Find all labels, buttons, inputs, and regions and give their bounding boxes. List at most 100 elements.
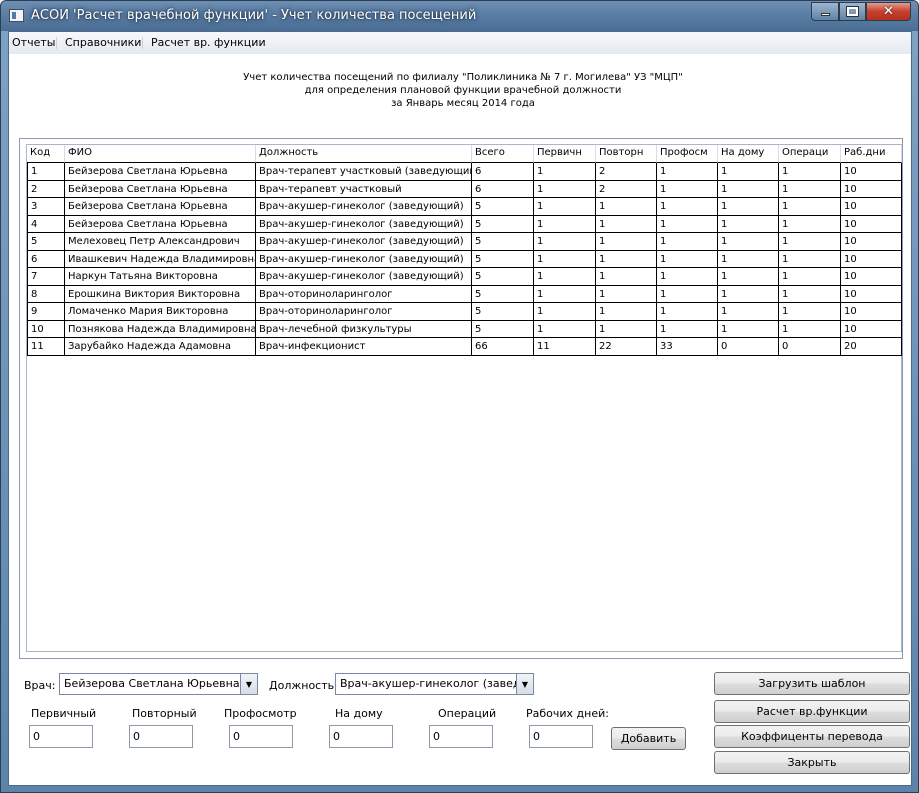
cell-home[interactable]: 1 xyxy=(718,320,779,338)
cell-repeat[interactable]: 1 xyxy=(596,303,657,321)
cell-position[interactable]: Врач-акушер-гинеколог (заведующий) xyxy=(256,215,472,233)
cell-position[interactable]: Врач-акушер-гинеколог (заведующий) xyxy=(256,233,472,251)
cell-checkup[interactable]: 1 xyxy=(657,303,718,321)
cell-repeat[interactable]: 22 xyxy=(596,338,657,356)
position-select[interactable]: Врач-акушер-гинеколог (заведующий) ▼ xyxy=(335,673,534,695)
cell-total[interactable]: 5 xyxy=(472,320,534,338)
cell-total[interactable]: 5 xyxy=(472,268,534,286)
cell-position[interactable]: Врач-оториноларинголог xyxy=(256,303,472,321)
table-row[interactable]: 7 Наркун Татьяна Викторовна Врач-акушер-ги… xyxy=(27,268,902,286)
operations-input[interactable]: 0 xyxy=(429,725,493,748)
cell-primary[interactable]: 1 xyxy=(534,198,596,216)
cell-workdays[interactable]: 10 xyxy=(841,268,902,286)
cell-checkup[interactable]: 1 xyxy=(657,268,718,286)
cell-primary[interactable]: 1 xyxy=(534,320,596,338)
cell-home[interactable]: 1 xyxy=(718,250,779,268)
calc-function-button[interactable]: Расчет вр.функции xyxy=(714,700,910,723)
cell-name[interactable]: Мелеховец Петр Александрович xyxy=(65,233,256,251)
cell-total[interactable]: 6 xyxy=(472,163,534,181)
cell-name[interactable]: Ерошкина Виктория Викторовна xyxy=(65,285,256,303)
cell-code[interactable]: 10 xyxy=(27,320,65,338)
cell-checkup[interactable]: 1 xyxy=(657,250,718,268)
cell-code[interactable]: 7 xyxy=(27,268,65,286)
primary-input[interactable]: 0 xyxy=(29,725,93,748)
cell-operations[interactable]: 1 xyxy=(779,303,841,321)
cell-primary[interactable]: 1 xyxy=(534,215,596,233)
cell-operations[interactable]: 1 xyxy=(779,250,841,268)
cell-primary[interactable]: 11 xyxy=(534,338,596,356)
home-input[interactable]: 0 xyxy=(329,725,393,748)
cell-home[interactable]: 1 xyxy=(718,180,779,198)
cell-repeat[interactable]: 1 xyxy=(596,268,657,286)
cell-primary[interactable]: 1 xyxy=(534,250,596,268)
table-row[interactable]: 3 Бейзерова Светлана Юрьевна Врач-акушер-г… xyxy=(27,198,902,216)
close-button[interactable]: Закрыть xyxy=(714,751,910,774)
maximize-button[interactable] xyxy=(839,2,866,21)
col-header-checkup[interactable]: Профосм xyxy=(657,145,718,163)
chevron-down-icon[interactable]: ▼ xyxy=(516,674,533,694)
cell-repeat[interactable]: 1 xyxy=(596,250,657,268)
col-header-operations[interactable]: Операци xyxy=(779,145,841,163)
table-row[interactable]: 10 Познякова Надежда Владимировна Врач-леч… xyxy=(27,320,902,338)
cell-workdays[interactable]: 10 xyxy=(841,198,902,216)
cell-code[interactable]: 2 xyxy=(27,180,65,198)
title-bar[interactable]: АСОИ 'Расчет врачебной функции' - Учет к… xyxy=(1,1,918,31)
cell-checkup[interactable]: 33 xyxy=(657,338,718,356)
col-header-primary[interactable]: Первичн xyxy=(534,145,596,163)
cell-code[interactable]: 9 xyxy=(27,303,65,321)
cell-name[interactable]: Бейзерова Светлана Юрьевна xyxy=(65,198,256,216)
cell-total[interactable]: 5 xyxy=(472,285,534,303)
minimize-button[interactable] xyxy=(811,2,839,21)
cell-repeat[interactable]: 1 xyxy=(596,215,657,233)
visits-grid[interactable]: Код ФИО Должность Всего Первичн Повторн … xyxy=(26,144,902,652)
cell-repeat[interactable]: 1 xyxy=(596,285,657,303)
cell-position[interactable]: Врач-акушер-гинеколог (заведующий) xyxy=(256,250,472,268)
table-row[interactable]: 1 Бейзерова Светлана Юрьевна Врач-терапевт… xyxy=(27,163,902,181)
cell-home[interactable]: 1 xyxy=(718,233,779,251)
col-header-code[interactable]: Код xyxy=(27,145,65,163)
cell-name[interactable]: Познякова Надежда Владимировна xyxy=(65,320,256,338)
cell-position[interactable]: Врач-акушер-гинеколог (заведующий) xyxy=(256,268,472,286)
cell-name[interactable]: Бейзерова Светлана Юрьевна xyxy=(65,163,256,181)
table-row[interactable]: 5 Мелеховец Петр Александрович Врач-акушер… xyxy=(27,233,902,251)
cell-operations[interactable]: 1 xyxy=(779,198,841,216)
cell-home[interactable]: 0 xyxy=(718,338,779,356)
table-row[interactable]: 9 Ломаченко Мария Викторовна Врач-оторинол… xyxy=(27,303,902,321)
cell-home[interactable]: 1 xyxy=(718,163,779,181)
menu-reports[interactable]: Отчеты xyxy=(12,36,55,49)
cell-operations[interactable]: 1 xyxy=(779,320,841,338)
cell-checkup[interactable]: 1 xyxy=(657,198,718,216)
cell-position[interactable]: Врач-инфекционист xyxy=(256,338,472,356)
cell-total[interactable]: 5 xyxy=(472,303,534,321)
cell-repeat[interactable]: 1 xyxy=(596,233,657,251)
col-header-total[interactable]: Всего xyxy=(472,145,534,163)
cell-position[interactable]: Врач-терапевт участковый xyxy=(256,180,472,198)
cell-name[interactable]: Наркун Татьяна Викторовна xyxy=(65,268,256,286)
cell-primary[interactable]: 1 xyxy=(534,268,596,286)
table-row[interactable]: 2 Бейзерова Светлана Юрьевна Врач-терапевт… xyxy=(27,180,902,198)
cell-workdays[interactable]: 10 xyxy=(841,303,902,321)
cell-workdays[interactable]: 10 xyxy=(841,215,902,233)
cell-workdays[interactable]: 10 xyxy=(841,163,902,181)
cell-home[interactable]: 1 xyxy=(718,268,779,286)
chevron-down-icon[interactable]: ▼ xyxy=(240,674,257,694)
repeat-input[interactable]: 0 xyxy=(129,725,193,748)
cell-position[interactable]: Врач-оториноларинголог xyxy=(256,285,472,303)
add-button[interactable]: Добавить xyxy=(611,727,686,750)
cell-home[interactable]: 1 xyxy=(718,215,779,233)
col-header-workdays[interactable]: Раб.дни xyxy=(841,145,902,163)
cell-primary[interactable]: 1 xyxy=(534,163,596,181)
cell-home[interactable]: 1 xyxy=(718,198,779,216)
load-template-button[interactable]: Загрузить шаблон xyxy=(714,672,910,695)
cell-checkup[interactable]: 1 xyxy=(657,233,718,251)
checkup-input[interactable]: 0 xyxy=(229,725,293,748)
cell-home[interactable]: 1 xyxy=(718,303,779,321)
table-row[interactable]: 6 Ивашкевич Надежда Владимировна Врач-акуш… xyxy=(27,250,902,268)
cell-total[interactable]: 5 xyxy=(472,233,534,251)
cell-position[interactable]: Врач-акушер-гинеколог (заведующий) xyxy=(256,198,472,216)
menu-directories[interactable]: Справочники xyxy=(65,36,141,49)
cell-repeat[interactable]: 1 xyxy=(596,320,657,338)
cell-operations[interactable]: 1 xyxy=(779,268,841,286)
cell-position[interactable]: Врач-лечебной физкультуры xyxy=(256,320,472,338)
cell-operations[interactable]: 1 xyxy=(779,180,841,198)
